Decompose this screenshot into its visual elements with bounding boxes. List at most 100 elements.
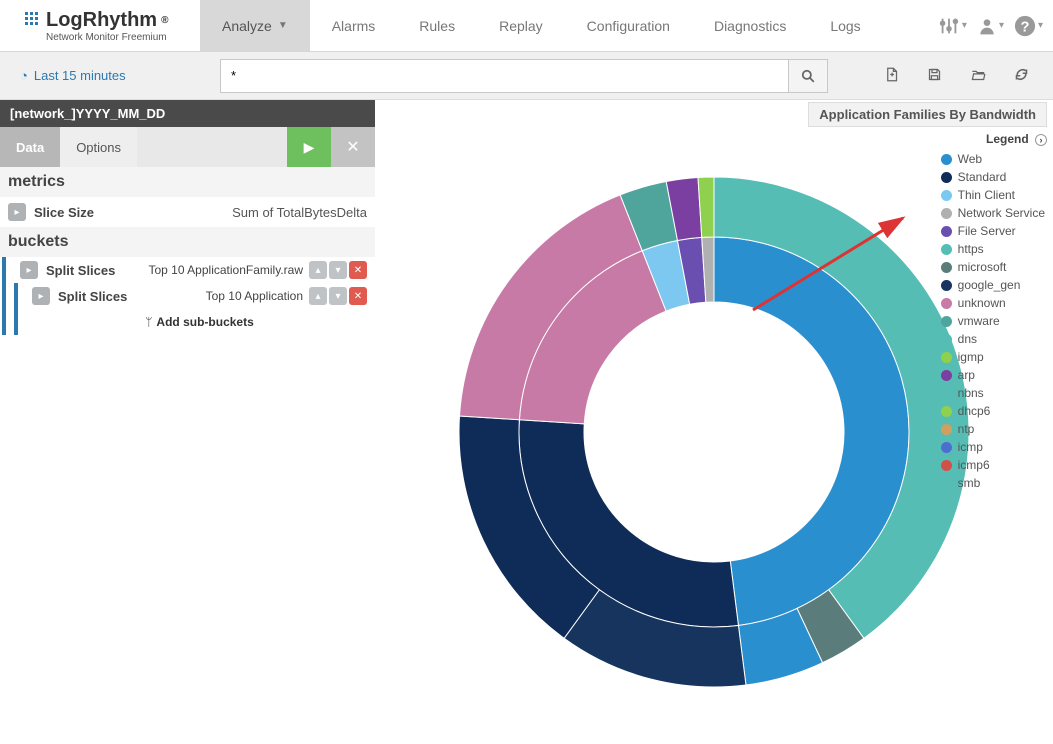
legend-item[interactable]: File Server [941, 224, 1045, 238]
bucket-delete-button[interactable]: ✕ [349, 261, 367, 279]
legend-swatch [941, 172, 952, 183]
legend-item[interactable]: https [941, 242, 1045, 256]
brand-name: LogRhythm [46, 9, 157, 32]
legend-item[interactable]: unknown [941, 296, 1045, 310]
legend-item[interactable]: microsoft [941, 260, 1045, 274]
legend-item[interactable]: igmp [941, 350, 1045, 364]
nav-tab-rules[interactable]: Rules [397, 0, 477, 51]
legend-swatch [941, 442, 952, 453]
legend-item[interactable]: Standard [941, 170, 1045, 184]
legend-label: microsoft [958, 260, 1007, 274]
bucket-delete-button[interactable]: ✕ [349, 287, 367, 305]
bucket-toggle-button[interactable]: ▸ [32, 287, 50, 305]
legend-toggle[interactable]: Legend › [986, 132, 1047, 146]
legend-label: arp [958, 368, 975, 382]
legend-collapse-icon: › [1035, 134, 1047, 146]
legend-swatch [941, 154, 952, 165]
bucket-toggle-button[interactable]: ▸ [20, 261, 38, 279]
legend-swatch [941, 478, 952, 489]
legend-label: icmp6 [958, 458, 990, 472]
nav-tab-alarms[interactable]: Alarms [310, 0, 398, 51]
legend-item[interactable]: dns [941, 332, 1045, 346]
legend-swatch [941, 244, 952, 255]
legend-label: nbns [958, 386, 984, 400]
panel-tab-data[interactable]: Data [0, 127, 60, 167]
legend-item[interactable]: vmware [941, 314, 1045, 328]
nav-tabs: Analyze▼ Alarms Rules Replay Configurati… [200, 0, 938, 51]
legend-item[interactable]: smb [941, 476, 1045, 490]
legend-item[interactable]: google_gen [941, 278, 1045, 292]
legend-swatch [941, 370, 952, 381]
caret-down-icon: ▼ [278, 20, 288, 31]
metric-value: Sum of TotalBytesDelta [232, 205, 367, 220]
add-sub-buckets-button[interactable]: ᛘAdd sub-buckets [24, 309, 375, 335]
legend-label: dhcp6 [958, 404, 991, 418]
legend-label: vmware [958, 314, 1000, 328]
time-picker[interactable]: ◔ Last 15 minutes [0, 68, 200, 83]
apply-changes-button[interactable]: ▶ [287, 127, 331, 167]
legend-label: dns [958, 332, 977, 346]
nav-tab-diagnostics[interactable]: Diagnostics [692, 0, 808, 51]
discard-changes-button[interactable]: ✕ [331, 127, 375, 167]
legend-swatch [941, 226, 952, 237]
brand-tagline: Network Monitor Freemium [24, 32, 200, 43]
legend-swatch [941, 262, 952, 273]
legend-swatch [941, 460, 952, 471]
legend-item[interactable]: Network Service [941, 206, 1045, 220]
nav-tab-configuration[interactable]: Configuration [565, 0, 692, 51]
legend-label: igmp [958, 350, 984, 364]
user-icon[interactable]: ▾ [977, 16, 1004, 36]
bucket-name: Split Slices [58, 289, 127, 304]
legend-label: Standard [958, 170, 1007, 184]
nav-tab-analyze[interactable]: Analyze▼ [200, 0, 310, 51]
legend-label: File Server [958, 224, 1016, 238]
nav-tab-replay[interactable]: Replay [477, 0, 565, 51]
help-icon[interactable]: ?▾ [1014, 15, 1043, 37]
legend-label: unknown [958, 296, 1006, 310]
legend-swatch [941, 424, 952, 435]
index-pattern-header[interactable]: [network_]YYYY_MM_DD [0, 100, 375, 127]
clock-icon: ◔ [20, 68, 28, 83]
bucket-move-down-button[interactable]: ▾ [329, 261, 347, 279]
logrhythm-icon [24, 11, 42, 29]
legend-item[interactable]: icmp [941, 440, 1045, 454]
legend-swatch [941, 298, 952, 309]
bucket-move-up-button[interactable]: ▴ [309, 261, 327, 279]
legend-item[interactable]: Web [941, 152, 1045, 166]
bucket-value: Top 10 ApplicationFamily.raw [148, 263, 303, 277]
nav-tab-logs[interactable]: Logs [808, 0, 882, 51]
legend-swatch [941, 388, 952, 399]
legend-item[interactable]: nbns [941, 386, 1045, 400]
legend-label: icmp [958, 440, 983, 454]
legend-item[interactable]: ntp [941, 422, 1045, 436]
open-folder-icon[interactable] [970, 67, 986, 85]
brand-logo[interactable]: LogRhythm® Network Monitor Freemium [0, 0, 200, 51]
metric-toggle-button[interactable]: ▸ [8, 203, 26, 221]
refresh-icon[interactable] [1014, 67, 1029, 85]
metrics-header: metrics [0, 167, 375, 197]
search-input[interactable] [220, 59, 788, 93]
panel-tab-options[interactable]: Options [60, 127, 137, 167]
legend-swatch [941, 406, 952, 417]
time-range-label: Last 15 minutes [34, 68, 126, 83]
legend-label: google_gen [958, 278, 1021, 292]
legend-swatch [941, 190, 952, 201]
legend-item[interactable]: Thin Client [941, 188, 1045, 202]
legend-item[interactable]: icmp6 [941, 458, 1045, 472]
buckets-header: buckets [0, 227, 375, 257]
bucket-name: Split Slices [46, 263, 115, 278]
settings-sliders-icon[interactable]: ▾ [938, 15, 967, 37]
new-doc-icon[interactable] [884, 67, 899, 85]
legend-label: https [958, 242, 984, 256]
legend-label: Network Service [958, 206, 1045, 220]
save-icon[interactable] [927, 67, 942, 85]
legend-item[interactable]: dhcp6 [941, 404, 1045, 418]
legend-swatch [941, 208, 952, 219]
bucket-move-up-button[interactable]: ▴ [309, 287, 327, 305]
legend-label: Web [958, 152, 982, 166]
chart-title: Application Families By Bandwidth [808, 102, 1047, 127]
bucket-move-down-button[interactable]: ▾ [329, 287, 347, 305]
legend-item[interactable]: arp [941, 368, 1045, 382]
legend-label: smb [958, 476, 981, 490]
search-button[interactable] [788, 59, 828, 93]
